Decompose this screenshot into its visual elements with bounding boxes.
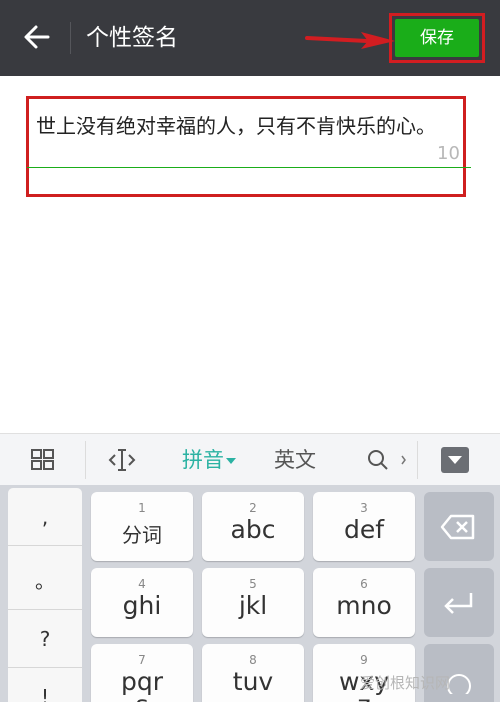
annotation-arrow-icon [305,32,395,49]
toolbar-divider [85,441,86,479]
tab-pinyin-label: 拼音 [182,448,224,472]
save-button[interactable]: 保存 [395,19,479,57]
key-7-pqrs[interactable]: 7 pqr s [91,644,193,702]
key-8-tuv[interactable]: 8 tuv [202,644,304,702]
search-icon[interactable] [367,449,407,471]
tab-pinyin[interactable]: 拼音 [182,434,236,486]
punct-exclaim-key[interactable]: ! [8,668,82,702]
page-title: 个性签名 [86,25,178,51]
keyboard-toolbar: 拼音 英文 [0,433,500,485]
cursor-move-icon[interactable] [108,448,136,472]
backspace-icon [440,514,475,540]
hide-keyboard-icon[interactable] [441,447,469,473]
key-1-segment[interactable]: 1 分词 [91,492,193,561]
header-divider [70,22,71,54]
backspace-key[interactable] [424,492,494,561]
punct-question-key[interactable]: ? [8,610,82,668]
key-6-mno[interactable]: 6 mno [313,568,415,637]
save-highlight-box: 保存 [389,13,485,63]
punct-period-key[interactable]: 。 [8,552,82,610]
grid-menu-icon[interactable] [31,449,55,471]
enter-key[interactable] [424,568,494,637]
input-underline [27,167,471,168]
chevron-down-icon [226,458,236,464]
watermark: 爱创根知识网 [360,674,451,692]
key-4-ghi[interactable]: 4 ghi [91,568,193,637]
app-header: 个性签名 保存 [0,0,500,76]
enter-icon [444,593,473,614]
t9-keyboard: , 。 ? ! 1 分词 2 abc 3 def 4 ghi 5 jkl 6 m… [0,485,500,702]
char-counter: 10 [437,143,460,164]
key-3-def[interactable]: 3 def [313,492,415,561]
back-arrow-icon[interactable] [22,22,52,52]
punct-comma-key[interactable]: , [8,488,82,546]
key-5-jkl[interactable]: 5 jkl [202,568,304,637]
punctuation-column: , 。 ? ! [8,488,82,702]
toolbar-divider [417,441,418,479]
key-2-abc[interactable]: 2 abc [202,492,304,561]
tab-english[interactable]: 英文 [274,434,316,486]
signature-input[interactable]: 世上没有绝对幸福的人，只有不肯快乐的心。 [36,111,446,141]
